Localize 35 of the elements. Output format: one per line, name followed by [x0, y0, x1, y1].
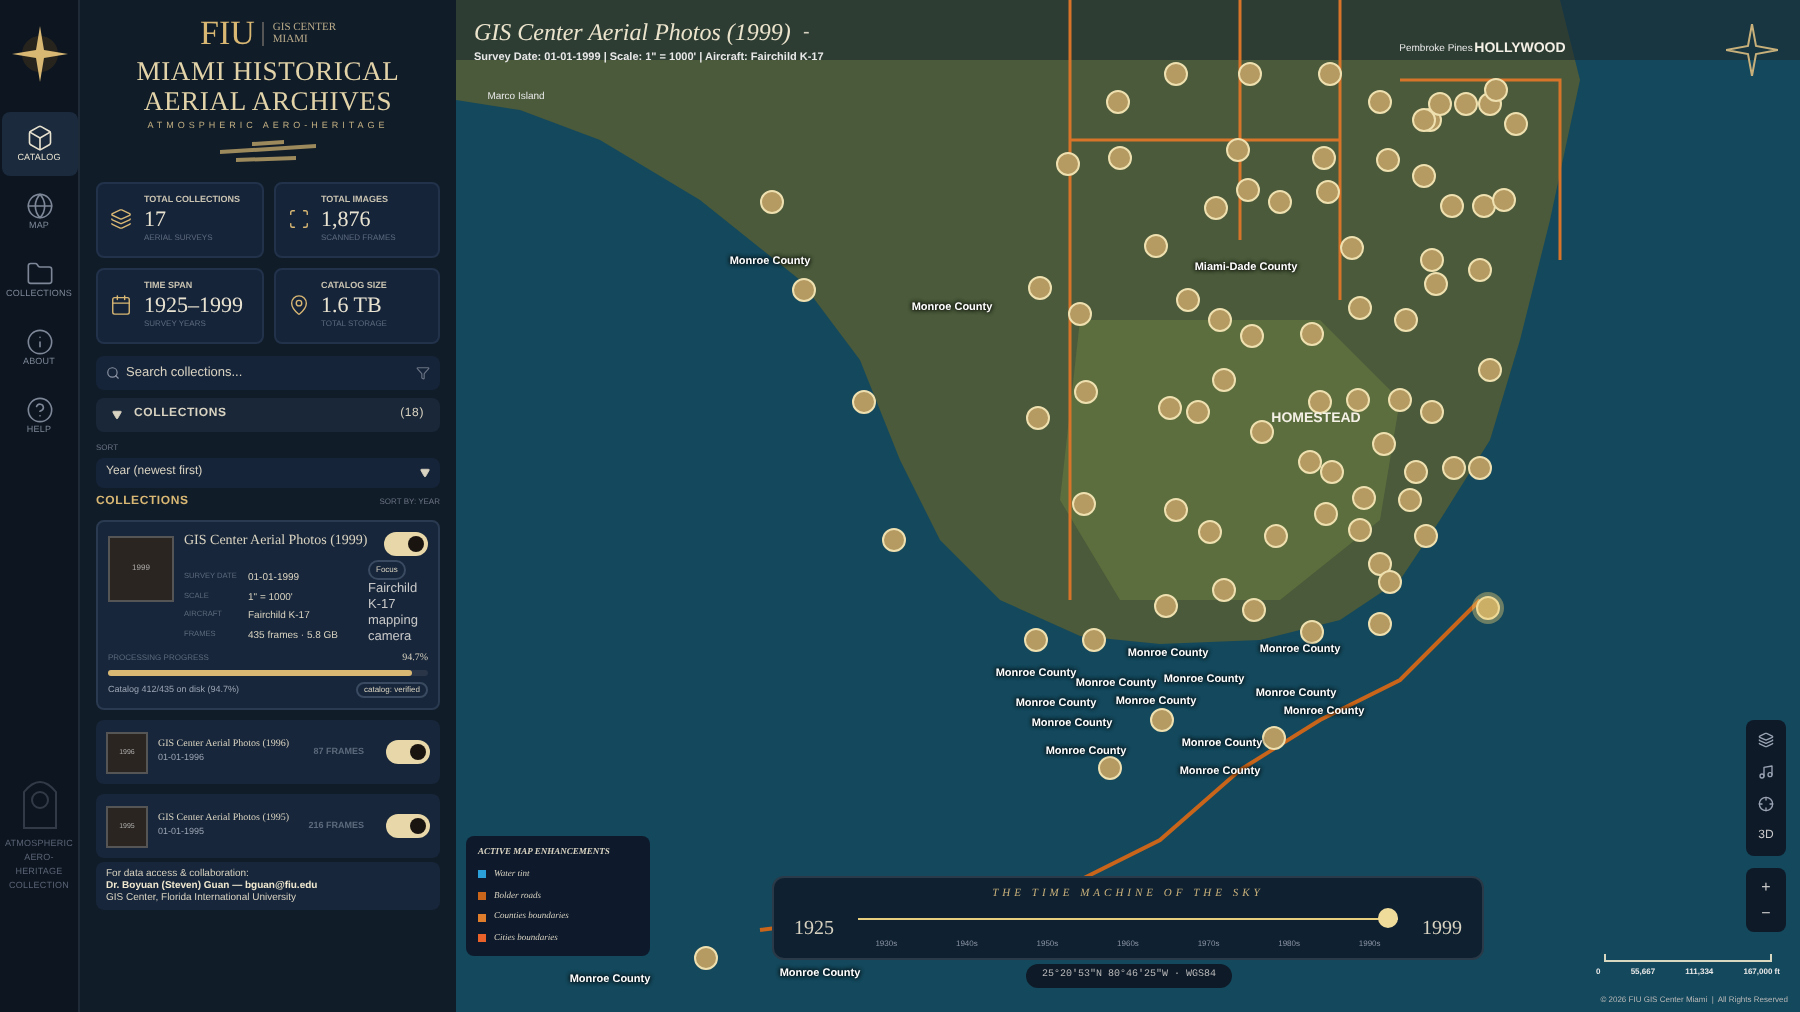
crosshair-icon: [1758, 796, 1774, 812]
zoom-button[interactable]: +: [1750, 874, 1782, 900]
stat-value: 17: [144, 208, 168, 233]
compass-rose-icon: [9, 24, 69, 84]
calendar-icon: [110, 294, 132, 317]
map-title: GIS Center Aerial Photos (1999): [474, 16, 791, 50]
stat-value: 1,876: [321, 208, 373, 233]
layers-icon: [110, 208, 132, 231]
globe-icon: [25, 191, 53, 220]
app-title: AERIAL ARCHIVES: [143, 86, 393, 116]
folder-icon: [25, 259, 53, 288]
collection-card[interactable]: [96, 519, 440, 711]
search-icon: [106, 365, 120, 380]
layers-icon: [1758, 732, 1774, 748]
toggle-switch[interactable]: [386, 740, 430, 765]
music-note-icon: [1758, 764, 1774, 780]
help-icon: [25, 395, 53, 424]
title-dash: -: [802, 19, 810, 47]
box-icon: [25, 123, 53, 152]
timeline-start: 1925: [794, 915, 834, 944]
toggle-switch[interactable]: [386, 814, 430, 839]
caret-icon: [112, 409, 122, 420]
filter-icon[interactable]: [416, 365, 430, 380]
map-pin-icon: [287, 294, 309, 317]
caret-icon: [420, 467, 430, 478]
info-icon: [25, 327, 53, 356]
timeline-end: 1999: [1422, 915, 1462, 944]
toggle-switch[interactable]: [384, 531, 428, 556]
logo-text: FIU: [199, 16, 255, 50]
compass-rose-icon: [1726, 24, 1778, 76]
scan-icon: [287, 208, 309, 231]
zoom-button[interactable]: −: [1750, 900, 1782, 926]
stat-value: 1925–1999: [144, 294, 243, 319]
app-title: MIAMI HISTORICAL: [136, 56, 400, 86]
stat-value: 1.6 TB: [321, 294, 384, 319]
